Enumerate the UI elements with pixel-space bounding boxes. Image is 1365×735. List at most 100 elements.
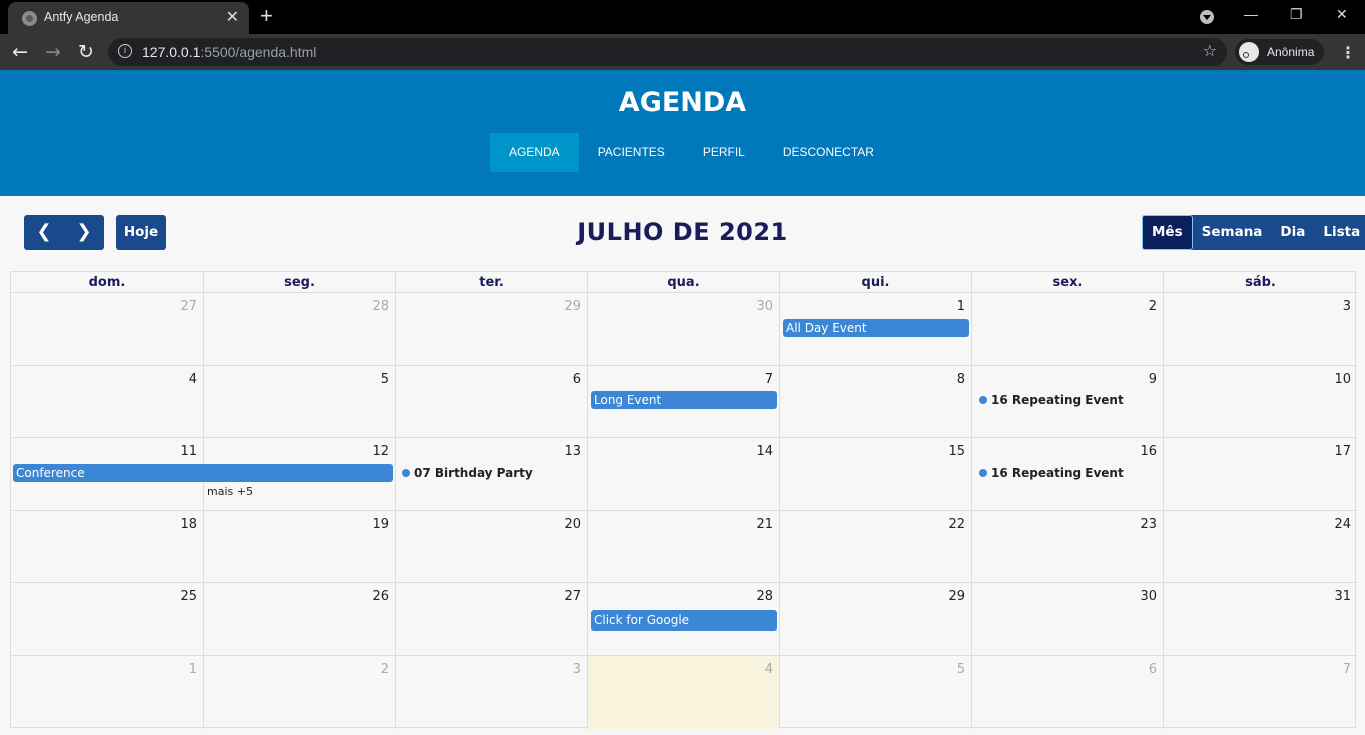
view-week-button[interactable]: Semana	[1193, 215, 1272, 250]
day-number[interactable]: 22	[948, 517, 965, 532]
day-cell[interactable]: 14	[588, 438, 780, 511]
view-list-button[interactable]: Lista	[1314, 215, 1365, 250]
day-cell[interactable]: 5	[780, 656, 972, 729]
day-cell[interactable]: 31	[1164, 583, 1357, 656]
day-number[interactable]: 28	[372, 299, 389, 314]
day-number[interactable]: 2	[381, 662, 389, 677]
day-cell[interactable]: 10	[1164, 366, 1357, 439]
day-number[interactable]: 3	[573, 662, 581, 677]
reload-icon[interactable]: ↻	[78, 41, 94, 63]
day-number[interactable]: 29	[564, 299, 581, 314]
day-number[interactable]: 8	[957, 372, 965, 387]
day-number[interactable]: 10	[1334, 372, 1351, 387]
day-number[interactable]: 1	[957, 299, 965, 314]
day-cell[interactable]: 24	[1164, 511, 1357, 584]
more-events-link[interactable]: mais +5	[207, 485, 253, 498]
event-all-day[interactable]: All Day Event	[783, 319, 969, 337]
day-cell[interactable]: 2	[972, 293, 1164, 366]
day-cell[interactable]: 1	[11, 656, 204, 729]
view-month-button[interactable]: Mês	[1142, 215, 1193, 250]
day-number[interactable]: 28	[756, 589, 773, 604]
day-number[interactable]: 16	[1140, 444, 1157, 459]
day-number[interactable]: 4	[765, 662, 773, 677]
incognito-profile-button[interactable]: Anônima	[1235, 39, 1325, 65]
day-number[interactable]: 9	[1149, 372, 1157, 387]
day-cell[interactable]: 28	[204, 293, 396, 366]
day-cell[interactable]: 3	[396, 656, 588, 729]
day-number[interactable]: 27	[180, 299, 197, 314]
day-cell[interactable]: 7	[1164, 656, 1357, 729]
day-number[interactable]: 30	[756, 299, 773, 314]
day-cell[interactable]: 6	[972, 656, 1164, 729]
event-repeating[interactable]: 16 Repeating Event	[979, 466, 1124, 480]
bookmark-star-icon[interactable]: ☆	[1203, 41, 1217, 60]
event-long[interactable]: Long Event	[591, 391, 777, 409]
day-cell[interactable]: 5	[204, 365, 396, 439]
day-cell[interactable]: 29	[396, 293, 588, 366]
site-info-icon[interactable]: i	[118, 44, 132, 58]
forward-arrow-icon[interactable]: →	[45, 41, 61, 63]
tab-search-icon[interactable]	[1200, 10, 1214, 24]
day-number[interactable]: 6	[1149, 662, 1157, 677]
menu-item-agenda[interactable]: AGENDA	[490, 133, 579, 172]
day-number[interactable]: 25	[180, 589, 197, 604]
day-cell[interactable]: 29	[780, 583, 972, 656]
day-cell[interactable]: 20	[396, 510, 588, 584]
day-number[interactable]: 24	[1334, 517, 1351, 532]
day-cell[interactable]: 27	[396, 583, 588, 656]
event-google[interactable]: Click for Google	[591, 610, 777, 631]
day-cell[interactable]: 25	[11, 583, 204, 656]
event-repeating[interactable]: 16 Repeating Event	[979, 393, 1124, 407]
day-number[interactable]: 3	[1343, 299, 1351, 314]
day-cell[interactable]: 22	[780, 510, 972, 584]
day-cell[interactable]: 27	[11, 293, 204, 366]
new-tab-button[interactable]: +	[260, 3, 273, 29]
back-arrow-icon[interactable]: ←	[12, 41, 28, 63]
day-number[interactable]: 27	[564, 589, 581, 604]
address-bar[interactable]: i 127.0.0.1:5500/agenda.html ☆	[108, 38, 1227, 66]
day-cell[interactable]: 3	[1164, 293, 1357, 366]
day-number[interactable]: 26	[372, 589, 389, 604]
tab-close-icon[interactable]: ✕	[226, 7, 239, 26]
day-number[interactable]: 7	[1343, 662, 1351, 677]
menu-item-desconectar[interactable]: DESCONECTAR	[764, 133, 893, 172]
view-day-button[interactable]: Dia	[1271, 215, 1314, 250]
day-cell[interactable]: 4	[11, 365, 204, 439]
day-number[interactable]: 6	[573, 372, 581, 387]
day-number[interactable]: 20	[564, 517, 581, 532]
day-cell[interactable]: 15	[780, 438, 972, 511]
day-cell[interactable]: 21	[588, 510, 780, 584]
menu-item-perfil[interactable]: PERFIL	[684, 133, 764, 172]
menu-item-pacientes[interactable]: PACIENTES	[579, 133, 684, 172]
day-number[interactable]: 1	[189, 662, 197, 677]
day-cell[interactable]: 8	[780, 365, 972, 439]
day-number[interactable]: 18	[180, 517, 197, 532]
day-number[interactable]: 13	[564, 444, 581, 459]
day-number[interactable]: 29	[948, 589, 965, 604]
day-number[interactable]: 5	[381, 372, 389, 387]
day-cell[interactable]: 4	[588, 656, 780, 729]
event-birthday[interactable]: 07 Birthday Party	[402, 466, 533, 480]
day-cell[interactable]: 6	[396, 365, 588, 439]
day-number[interactable]: 30	[1140, 589, 1157, 604]
day-number[interactable]: 7	[765, 372, 773, 387]
day-cell[interactable]: 23	[972, 510, 1164, 584]
browser-tab[interactable]: Antfy Agenda ✕	[8, 2, 249, 34]
restore-button[interactable]: ❐	[1290, 6, 1303, 23]
day-number[interactable]: 11	[180, 444, 197, 459]
browser-menu-icon[interactable]: ⋮	[1340, 43, 1356, 62]
event-conference[interactable]: Conference	[13, 464, 393, 482]
day-cell[interactable]: 26	[204, 583, 396, 656]
day-number[interactable]: 14	[756, 444, 773, 459]
day-number[interactable]: 31	[1334, 589, 1351, 604]
minimize-button[interactable]: —	[1244, 6, 1258, 22]
day-number[interactable]: 2	[1149, 299, 1157, 314]
day-cell[interactable]: 30	[972, 583, 1164, 656]
day-cell[interactable]: 30	[588, 293, 780, 366]
day-number[interactable]: 4	[189, 372, 197, 387]
window-close-button[interactable]: ✕	[1336, 6, 1348, 23]
day-number[interactable]: 19	[372, 517, 389, 532]
day-number[interactable]: 15	[948, 444, 965, 459]
day-number[interactable]: 17	[1334, 444, 1351, 459]
day-number[interactable]: 23	[1140, 517, 1157, 532]
